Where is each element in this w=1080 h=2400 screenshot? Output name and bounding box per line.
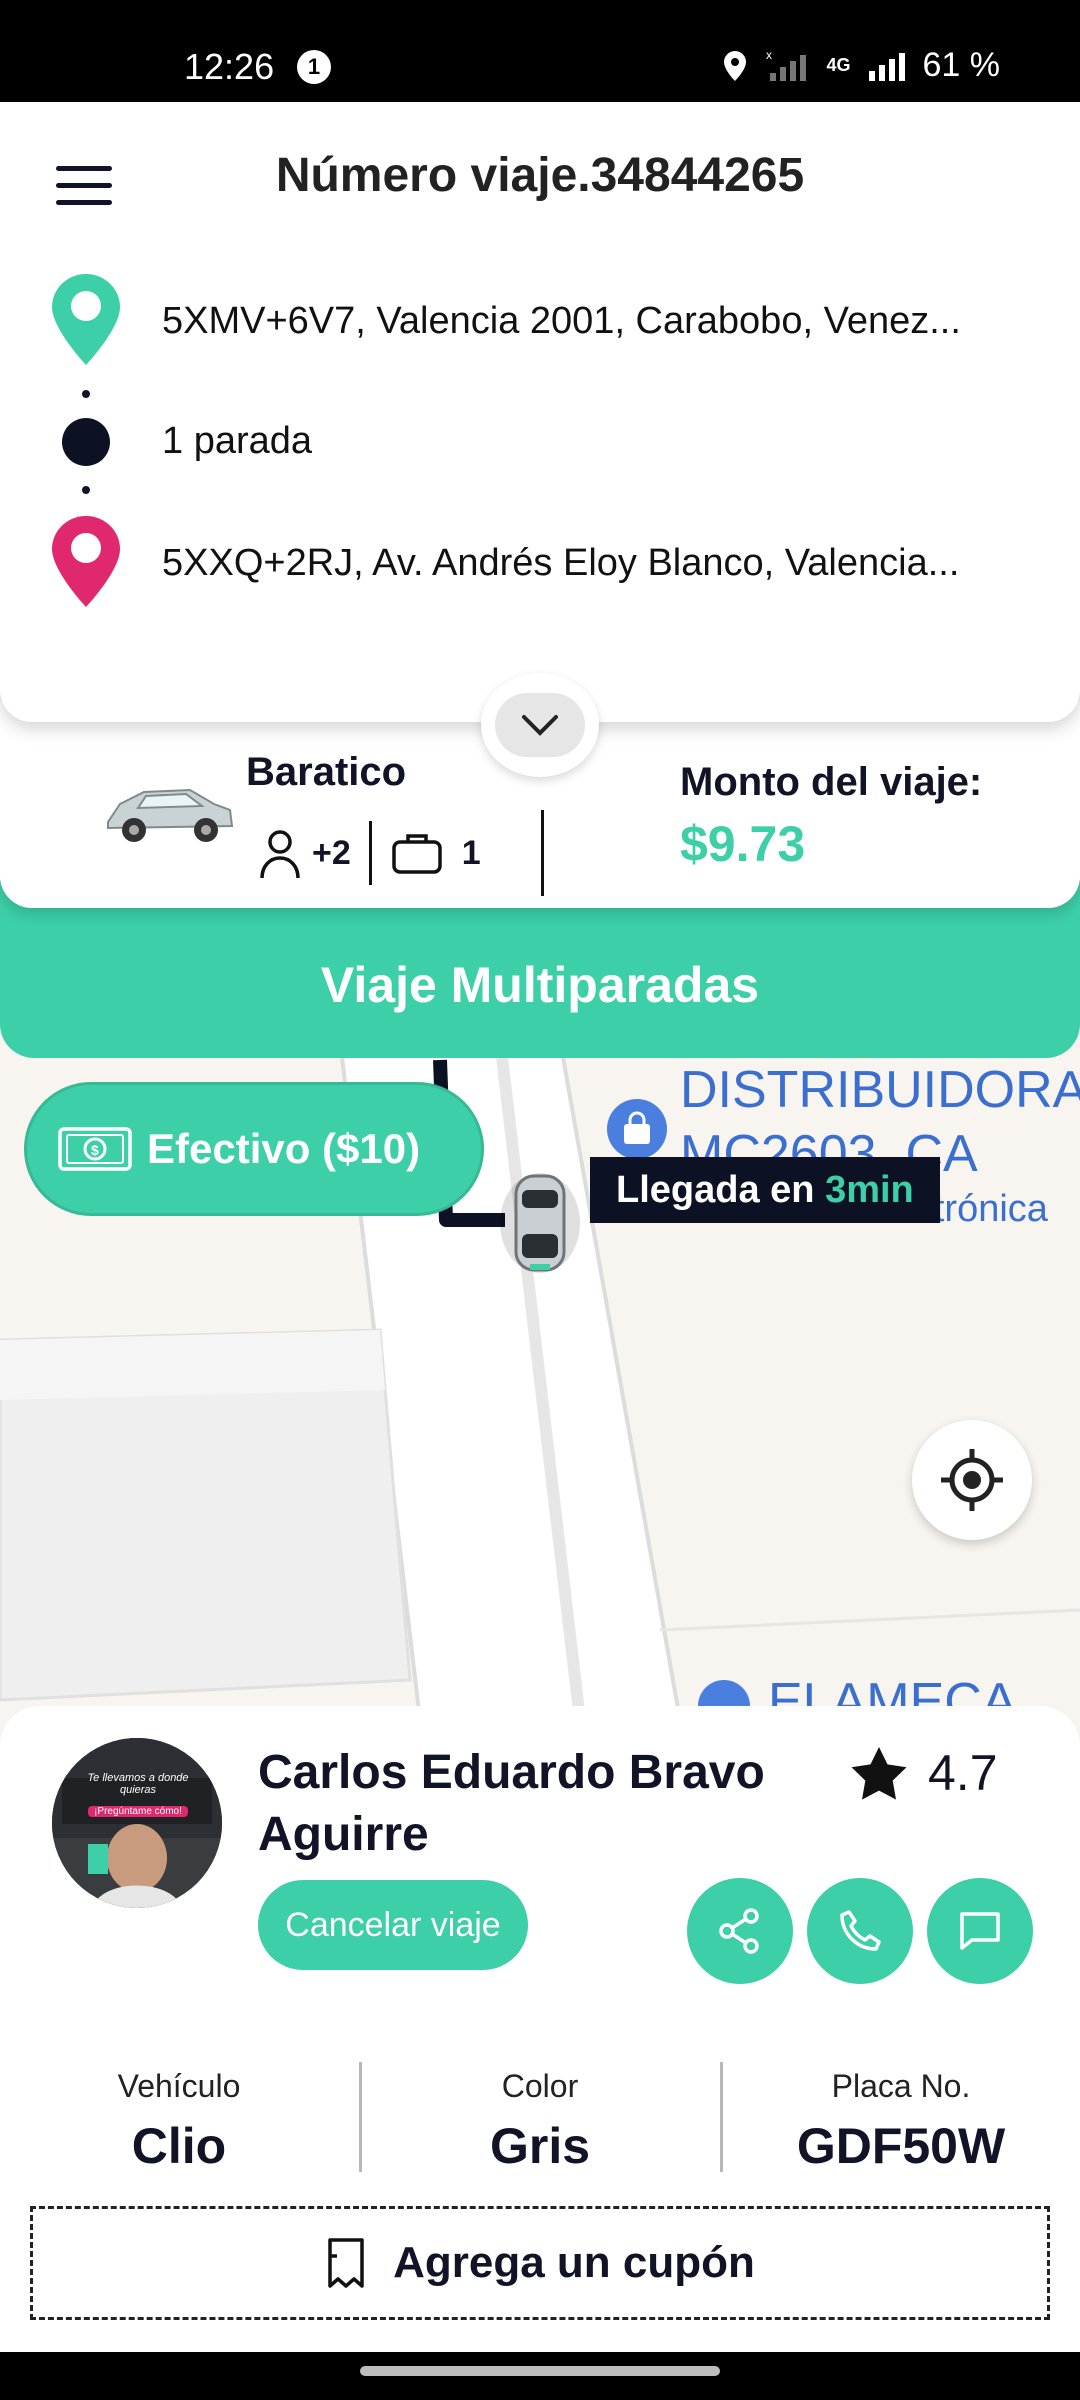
phone-icon — [840, 1910, 881, 1951]
chat-icon — [960, 1912, 1000, 1950]
destination-pin-icon — [52, 516, 120, 607]
cash-icon: $ — [58, 1127, 132, 1171]
vehicle-color: Color Gris — [375, 2068, 705, 2175]
stops-count[interactable]: 1 parada — [162, 420, 312, 463]
signal-icon — [868, 52, 905, 81]
network-type: 4G — [826, 55, 851, 75]
passenger-icon — [260, 830, 300, 879]
route-connector-dot — [82, 486, 90, 494]
home-gesture-handle[interactable] — [360, 2366, 720, 2376]
expand-button[interactable] — [481, 673, 599, 777]
status-icons: x 4G 61 % — [720, 46, 1000, 85]
vehicle-category: Baratico — [246, 750, 407, 794]
origin-pin-icon — [52, 274, 120, 365]
trip-price: $9.73 — [680, 816, 806, 872]
star-icon — [851, 1747, 907, 1800]
plate-value: GDF50W — [796, 2118, 1006, 2174]
rating-value: 4.7 — [928, 1745, 998, 1801]
notification-badge: 1 — [297, 50, 331, 84]
poi-name-line1: DISTRIBUIDORA — [680, 1061, 1080, 1119]
coupon-label: Agrega un cupón — [393, 2238, 755, 2287]
luggage-count: 1 — [461, 833, 481, 872]
car-category-icon — [107, 788, 234, 842]
luggage-icon — [392, 834, 442, 874]
my-location-button[interactable] — [912, 1420, 1032, 1540]
location-icon — [724, 50, 747, 81]
eta-prefix: Llegada en — [616, 1169, 826, 1211]
status-bar: 12:26 1 x 4G 61 % — [0, 0, 1080, 102]
system-nav-bar — [0, 2352, 1080, 2400]
stop-dot-icon — [62, 418, 110, 466]
payment-label: Efectivo ($10) — [147, 1125, 421, 1172]
driver-avatar[interactable]: Te llevamos a donde quieras ¡Pregúntame … — [52, 1738, 222, 1908]
battery-level: 61 % — [922, 46, 1001, 84]
divider — [540, 810, 544, 896]
avatar-cta: ¡Pregúntame cómo! — [88, 1806, 188, 1817]
vehicle-plate: Placa No. GDF50W — [736, 2068, 1066, 2175]
avatar-caption: Te llevamos a donde quieras — [87, 1772, 189, 1796]
eta-badge: Llegada en 3min — [590, 1157, 940, 1223]
destination-address[interactable]: 5XXQ+2RJ, Av. Andrés Eloy Blanco, Valenc… — [162, 542, 959, 585]
vehicle-model: Vehículo Clio — [14, 2068, 344, 2175]
passenger-count: +2 — [312, 833, 351, 872]
trip-number-title: Número viaje.34844265 — [275, 149, 805, 202]
chat-button[interactable] — [927, 1878, 1033, 1984]
shopping-bag-icon[interactable] — [604, 1096, 670, 1162]
driver-rating: 4.7 — [850, 1744, 998, 1802]
svg-text:x: x — [766, 49, 772, 62]
coupon-icon — [328, 2238, 364, 2288]
divider — [359, 2062, 362, 2172]
chevron-down-icon — [522, 715, 558, 736]
call-button[interactable] — [807, 1878, 913, 1984]
cancel-trip-button[interactable]: Cancelar viaje — [258, 1880, 528, 1970]
payment-method-button[interactable]: $ Efectivo ($10) — [24, 1082, 484, 1216]
color-value: Gris — [489, 2118, 591, 2174]
signal-off-icon: x — [766, 49, 807, 81]
vehicle-label: Vehículo — [117, 2068, 241, 2104]
vehicle-capacity: +2 1 — [258, 810, 544, 896]
crosshair-icon — [941, 1449, 1003, 1511]
divider — [368, 821, 372, 885]
driver-name: Carlos Eduardo Bravo Aguirre — [258, 1746, 765, 1861]
origin-address[interactable]: 5XMV+6V7, Valencia 2001, Carabobo, Venez… — [162, 300, 961, 343]
divider — [720, 2062, 723, 2172]
svg-text:$: $ — [91, 1142, 99, 1158]
eta-value: 3min — [825, 1169, 914, 1211]
color-label: Color — [501, 2068, 579, 2104]
plate-label: Placa No. — [831, 2068, 971, 2104]
share-button[interactable] — [687, 1878, 793, 1984]
route-connector-dot — [82, 390, 90, 398]
status-time: 12:26 — [184, 46, 275, 87]
add-coupon-button[interactable]: Agrega un cupón — [30, 2206, 1050, 2320]
vehicle-value: Clio — [131, 2118, 227, 2174]
price-label: Monto del viaje: — [680, 760, 983, 804]
car-marker-icon — [496, 1168, 584, 1278]
share-icon — [719, 1908, 759, 1954]
